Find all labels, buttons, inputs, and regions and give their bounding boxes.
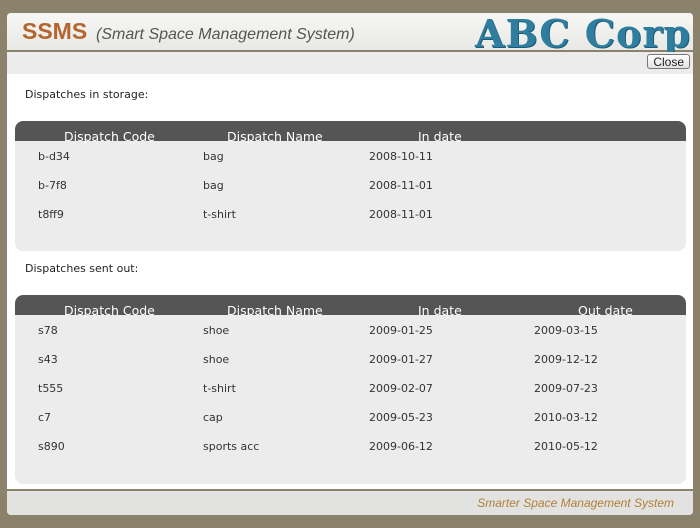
app-window: SSMS (Smart Space Management System) ABC…: [7, 13, 693, 515]
dispatch-name-cell: bag: [203, 150, 224, 163]
company-logo: ABC Corp.: [475, 13, 693, 56]
sent-section-label: Dispatches sent out:: [25, 262, 139, 275]
dispatch-name-cell: cap: [203, 411, 223, 424]
app-subtitle: (Smart Space Management System): [96, 26, 355, 43]
footer-bar: Smarter Space Management System: [7, 489, 693, 515]
out-date-cell: 2009-03-15: [534, 324, 598, 337]
in-date-cell: 2008-11-01: [369, 179, 433, 192]
storage-table-header: Dispatch Code Dispatch Name In date: [15, 121, 686, 144]
dispatch-name-cell: t-shirt: [203, 208, 236, 221]
table-row: s78 shoe 2009-01-25 2009-03-15: [15, 315, 686, 344]
table-row: b-d34 bag 2008-10-11: [15, 141, 686, 170]
dispatch-code-cell: t555: [38, 382, 64, 395]
dispatch-name-cell: bag: [203, 179, 224, 192]
dispatch-code-cell: b-7f8: [38, 179, 67, 192]
dispatch-name-cell: shoe: [203, 324, 230, 337]
out-date-cell: 2010-05-12: [534, 440, 598, 453]
in-date-cell: 2009-01-25: [369, 324, 433, 337]
dispatch-code-cell: b-d34: [38, 150, 70, 163]
table-row: t555 t-shirt 2009-02-07 2009-07-23: [15, 373, 686, 402]
storage-section-label: Dispatches in storage:: [25, 88, 149, 101]
close-button[interactable]: Close: [647, 54, 690, 69]
storage-table: Dispatch Code Dispatch Name In date b-d3…: [15, 121, 686, 251]
dispatch-code-cell: s43: [38, 353, 58, 366]
dispatch-code-cell: c7: [38, 411, 52, 424]
header-bar: SSMS (Smart Space Management System) ABC…: [7, 13, 693, 56]
table-row: s890 sports acc 2009-06-12 2010-05-12: [15, 431, 686, 460]
in-date-cell: 2009-01-27: [369, 353, 433, 366]
table-row: s43 shoe 2009-01-27 2009-12-12: [15, 344, 686, 373]
sent-table: Dispatch Code Dispatch Name In date Out …: [15, 295, 686, 484]
out-date-cell: 2009-12-12: [534, 353, 598, 366]
out-date-cell: 2010-03-12: [534, 411, 598, 424]
footer-tagline: Smarter Space Management System: [477, 496, 674, 510]
table-row: b-7f8 bag 2008-11-01: [15, 170, 686, 199]
in-date-cell: 2009-05-23: [369, 411, 433, 424]
in-date-cell: 2009-02-07: [369, 382, 433, 395]
sent-table-header: Dispatch Code Dispatch Name In date Out …: [15, 295, 686, 318]
in-date-cell: 2008-10-11: [369, 150, 433, 163]
table-row: t8ff9 t-shirt 2008-11-01: [15, 199, 686, 228]
dispatch-name-cell: shoe: [203, 353, 230, 366]
table-row: c7 cap 2009-05-23 2010-03-12: [15, 402, 686, 431]
dispatch-name-cell: t-shirt: [203, 382, 236, 395]
toolbar: Close: [7, 52, 693, 74]
out-date-cell: 2009-07-23: [534, 382, 598, 395]
dispatch-code-cell: s78: [38, 324, 58, 337]
app-name: SSMS: [22, 18, 88, 44]
in-date-cell: 2009-06-12: [369, 440, 433, 453]
in-date-cell: 2008-11-01: [369, 208, 433, 221]
dispatch-code-cell: t8ff9: [38, 208, 64, 221]
dispatch-name-cell: sports acc: [203, 440, 260, 453]
dispatch-code-cell: s890: [38, 440, 65, 453]
